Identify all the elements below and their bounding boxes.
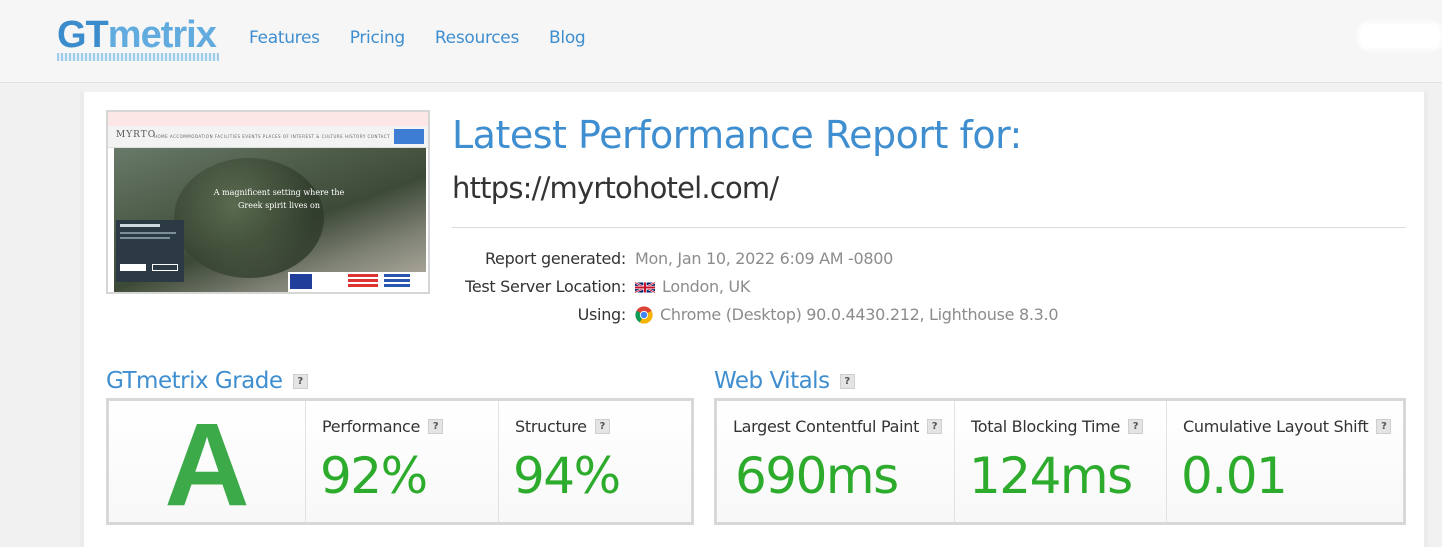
tbt-value: 124ms bbox=[969, 447, 1133, 505]
grade-section-title: GTmetrix Grade ? bbox=[106, 366, 308, 396]
nav-link-pricing[interactable]: Pricing bbox=[350, 28, 406, 48]
meta-value: Chrome (Desktop) 90.0.4430.212, Lighthou… bbox=[635, 302, 1059, 328]
cookie-decline bbox=[152, 264, 178, 271]
performance-label-text: Performance bbox=[322, 417, 421, 436]
lcp-cell: Largest Contentful Paint? 690ms bbox=[717, 401, 955, 522]
structure-value: 94% bbox=[513, 447, 621, 505]
thumb-menu-bar: MYRTO HOME ACCOMMODATION FACILITIES EVEN… bbox=[108, 126, 428, 148]
logo-underline bbox=[57, 53, 219, 61]
help-icon[interactable]: ? bbox=[927, 419, 943, 434]
vitals-section-title: Web Vitals ? bbox=[714, 366, 855, 396]
meta-value: Mon, Jan 10, 2022 6:09 AM -0800 bbox=[635, 246, 893, 272]
vitals-title-text: Web Vitals bbox=[714, 368, 830, 394]
cookie-accept bbox=[120, 264, 146, 271]
divider bbox=[452, 227, 1406, 228]
thumb-menu-links: HOME ACCOMMODATION FACILITIES EVENTS PLA… bbox=[154, 134, 391, 139]
structure-label-text: Structure bbox=[515, 417, 587, 436]
help-icon[interactable]: ? bbox=[428, 419, 444, 434]
chrome-icon bbox=[635, 306, 653, 324]
vitals-box: Largest Contentful Paint? 690ms Total Bl… bbox=[714, 398, 1406, 525]
help-icon[interactable]: ? bbox=[839, 373, 855, 389]
cookie-line bbox=[120, 224, 160, 227]
top-navigation-bar: GTmetrix Features Pricing Resources Blog bbox=[0, 0, 1442, 83]
help-icon[interactable]: ? bbox=[1128, 419, 1144, 434]
nav-link-resources[interactable]: Resources bbox=[435, 28, 519, 48]
structure-cell: Structure? 94% bbox=[499, 401, 691, 522]
lcp-label: Largest Contentful Paint? bbox=[733, 417, 943, 436]
structure-label: Structure? bbox=[515, 417, 610, 436]
grade-letter-cell: A bbox=[109, 398, 306, 531]
meta-value: London, UK bbox=[635, 274, 750, 300]
cls-label-text: Cumulative Layout Shift bbox=[1183, 417, 1369, 436]
cls-value: 0.01 bbox=[1181, 447, 1288, 505]
thumb-tree bbox=[174, 158, 324, 278]
help-icon[interactable]: ? bbox=[594, 419, 610, 434]
cls-label: Cumulative Layout Shift? bbox=[1183, 417, 1392, 436]
main-nav: Features Pricing Resources Blog bbox=[249, 28, 586, 48]
cls-cell: Cumulative Layout Shift? 0.01 bbox=[1167, 401, 1403, 522]
thumb-book-button bbox=[394, 129, 424, 144]
thumb-tagline: A magnificent setting where the Greek sp… bbox=[213, 188, 345, 210]
meta-row-report-generated: Report generated: Mon, Jan 10, 2022 6:09… bbox=[400, 246, 1200, 272]
cookie-line bbox=[120, 237, 170, 239]
nav-link-blog[interactable]: Blog bbox=[549, 28, 586, 48]
help-icon[interactable]: ? bbox=[292, 373, 308, 389]
grade-title-text: GTmetrix Grade bbox=[106, 368, 283, 394]
site-screenshot-thumbnail[interactable]: MYRTO HOME ACCOMMODATION FACILITIES EVEN… bbox=[106, 110, 430, 294]
uk-flag-icon bbox=[635, 281, 655, 293]
meta-key: Test Server Location: bbox=[465, 277, 626, 296]
blurred-account-area[interactable] bbox=[1358, 22, 1442, 50]
meta-value-text: London, UK bbox=[662, 277, 751, 296]
meta-value-text: Mon, Jan 10, 2022 6:09 AM -0800 bbox=[635, 249, 894, 268]
thumb-notice-strip bbox=[108, 112, 428, 126]
gtmetrix-logo[interactable]: GTmetrix bbox=[57, 12, 217, 58]
nav-link-features[interactable]: Features bbox=[249, 28, 320, 48]
tbt-label-text: Total Blocking Time bbox=[971, 417, 1121, 436]
performance-cell: Performance? 92% bbox=[306, 401, 499, 522]
performance-label: Performance? bbox=[322, 417, 444, 436]
cookie-line bbox=[120, 232, 176, 234]
meta-value-text: Chrome (Desktop) 90.0.4430.212, Lighthou… bbox=[660, 305, 1059, 324]
tbt-cell: Total Blocking Time? 124ms bbox=[955, 401, 1167, 522]
tbt-label: Total Blocking Time? bbox=[971, 417, 1144, 436]
lcp-label-text: Largest Contentful Paint bbox=[733, 417, 920, 436]
report-title: Latest Performance Report for: bbox=[452, 113, 1022, 157]
grade-box: A Performance? 92% Structure? 94% bbox=[106, 398, 694, 525]
meta-row-using: Using: Chrome (Desktop) 90.0.4430.212, L… bbox=[400, 302, 1200, 328]
meta-row-server-location: Test Server Location: London, UK bbox=[400, 274, 1200, 300]
thumb-brand: MYRTO bbox=[116, 130, 157, 140]
help-icon[interactable]: ? bbox=[1376, 419, 1392, 434]
performance-value: 92% bbox=[320, 447, 428, 505]
meta-key: Using: bbox=[577, 305, 627, 324]
lcp-value: 690ms bbox=[735, 447, 899, 505]
sponsor-logo bbox=[348, 274, 378, 289]
thumb-cookie-banner bbox=[116, 220, 184, 282]
meta-key: Report generated: bbox=[484, 249, 626, 268]
report-url[interactable]: https://myrtohotel.com/ bbox=[452, 166, 779, 210]
grade-letter: A bbox=[164, 398, 250, 531]
eu-flag-logo bbox=[290, 274, 312, 289]
